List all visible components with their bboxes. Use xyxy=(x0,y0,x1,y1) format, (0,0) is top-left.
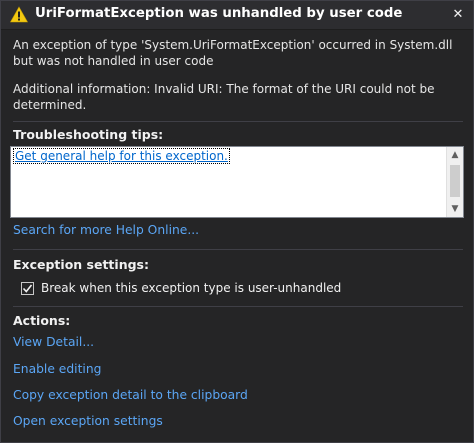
close-button[interactable]: ✕ xyxy=(447,4,469,24)
divider xyxy=(13,121,463,122)
exception-settings-heading: Exception settings: xyxy=(13,257,149,272)
view-detail-link[interactable]: View Detail... xyxy=(13,335,94,349)
chevron-up-icon: ▲ xyxy=(451,150,459,160)
break-on-exception-label: Break when this exception type is user-u… xyxy=(41,281,342,295)
divider xyxy=(13,306,463,307)
scroll-thumb[interactable] xyxy=(450,165,460,197)
break-on-exception-checkbox[interactable] xyxy=(21,281,34,295)
scroll-up-button[interactable]: ▲ xyxy=(447,147,463,163)
chevron-down-icon: ▼ xyxy=(451,204,459,214)
close-icon: ✕ xyxy=(452,6,464,22)
scroll-down-button[interactable]: ▼ xyxy=(447,201,463,217)
troubleshooting-tips-list[interactable]: Get general help for this exception. ▲ ▼ xyxy=(10,146,464,218)
additional-information: Additional information: Invalid URI: The… xyxy=(13,82,435,112)
checkmark-icon xyxy=(22,284,33,293)
exception-description: An exception of type 'System.UriFormatEx… xyxy=(13,38,453,68)
search-help-online-link[interactable]: Search for more Help Online... xyxy=(13,223,199,237)
dialog-title: UriFormatException was unhandled by user… xyxy=(35,6,403,21)
divider xyxy=(13,249,463,250)
open-exception-settings-link[interactable]: Open exception settings xyxy=(13,414,163,428)
tip-link-general-help[interactable]: Get general help for this exception. xyxy=(13,148,230,164)
exception-dialog: UriFormatException was unhandled by user… xyxy=(0,0,474,443)
warning-icon xyxy=(10,6,28,23)
enable-editing-link[interactable]: Enable editing xyxy=(13,362,101,376)
tips-scrollbar[interactable]: ▲ ▼ xyxy=(446,147,463,217)
copy-exception-detail-link[interactable]: Copy exception detail to the clipboard xyxy=(13,388,248,402)
break-on-exception-option[interactable]: Break when this exception type is user-u… xyxy=(21,280,341,296)
actions-heading: Actions: xyxy=(13,313,71,328)
troubleshooting-heading: Troubleshooting tips: xyxy=(13,127,164,142)
title-bar: UriFormatException was unhandled by user… xyxy=(1,1,473,30)
